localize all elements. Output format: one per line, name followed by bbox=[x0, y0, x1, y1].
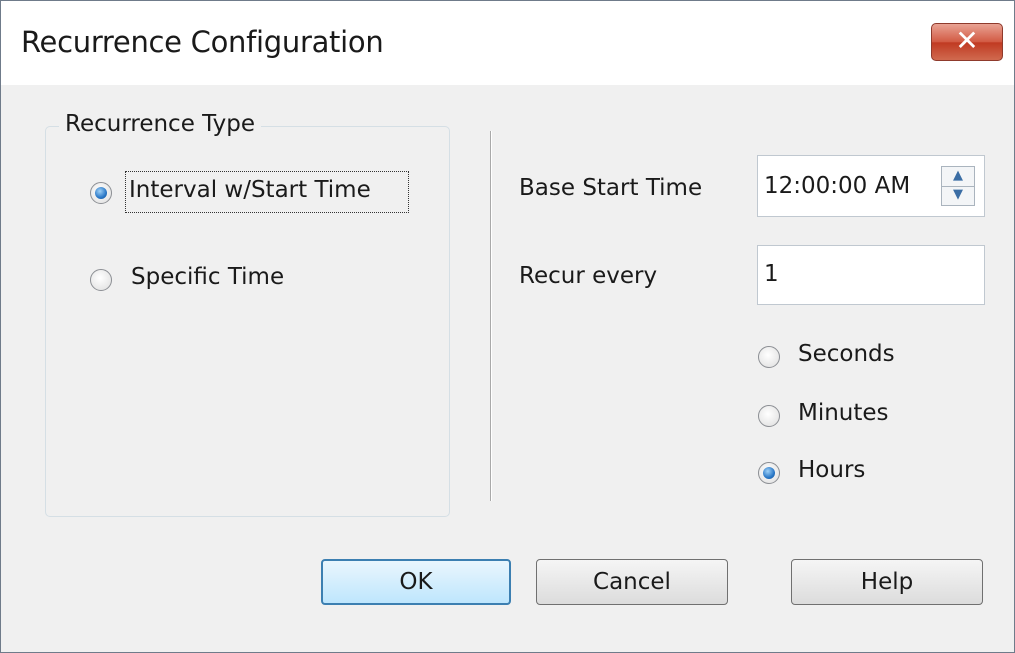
radio-minutes-label[interactable]: Minutes bbox=[798, 400, 889, 426]
recurrence-type-legend: Recurrence Type bbox=[59, 111, 261, 137]
recur-every-label: Recur every bbox=[519, 263, 658, 289]
vertical-separator bbox=[490, 131, 492, 501]
dialog-window: Recurrence Configuration ✕ Recurrence Ty… bbox=[0, 0, 1015, 653]
radio-seconds[interactable] bbox=[758, 346, 780, 368]
recur-every-input[interactable]: 1 bbox=[757, 245, 985, 305]
time-spinner[interactable]: ▲ ▼ bbox=[941, 166, 975, 206]
radio-specific-time-label[interactable]: Specific Time bbox=[131, 264, 284, 290]
radio-hours[interactable] bbox=[758, 462, 780, 484]
radio-hours-label[interactable]: Hours bbox=[798, 457, 865, 483]
radio-interval-start-time-label[interactable]: Interval w/Start Time bbox=[129, 177, 371, 203]
spin-up-icon[interactable]: ▲ bbox=[942, 167, 974, 187]
base-start-time-value: 12:00:00 AM bbox=[764, 173, 911, 199]
radio-seconds-label[interactable]: Seconds bbox=[798, 341, 895, 367]
base-start-time-label: Base Start Time bbox=[519, 175, 703, 201]
cancel-button[interactable]: Cancel bbox=[536, 559, 728, 605]
title-bar: Recurrence Configuration ✕ bbox=[1, 1, 1014, 85]
radio-interval-start-time[interactable] bbox=[90, 182, 112, 204]
ok-button[interactable]: OK bbox=[321, 559, 511, 605]
window-title: Recurrence Configuration bbox=[21, 25, 384, 59]
help-button[interactable]: Help bbox=[791, 559, 983, 605]
close-button[interactable]: ✕ bbox=[931, 23, 1003, 61]
spin-down-icon[interactable]: ▼ bbox=[942, 186, 974, 205]
radio-minutes[interactable] bbox=[758, 405, 780, 427]
radio-specific-time[interactable] bbox=[90, 269, 112, 291]
close-icon: ✕ bbox=[955, 24, 979, 57]
recur-every-value: 1 bbox=[764, 261, 779, 287]
